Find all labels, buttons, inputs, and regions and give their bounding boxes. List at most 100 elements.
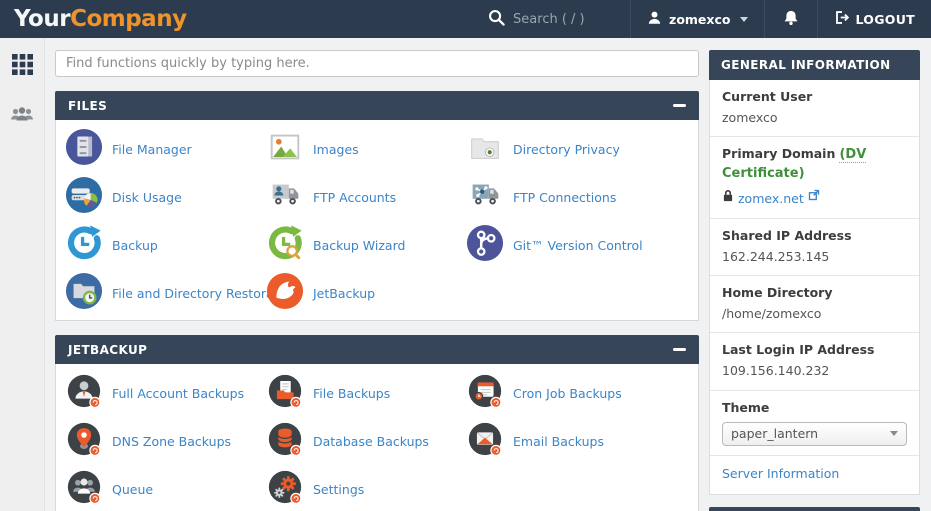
- primary-domain-link[interactable]: zomex.net: [738, 190, 804, 208]
- lock-icon: [722, 189, 734, 209]
- bell-icon: [783, 9, 799, 30]
- shared-ip-value: 162.244.253.145: [722, 248, 907, 266]
- cron-job-backups-icon: [466, 372, 504, 414]
- current-user-label: Current User: [722, 88, 907, 106]
- app-item-ftp-connections[interactable]: FTP Connections: [457, 173, 698, 221]
- statistics-panel: STATISTICS CPU Usage 3 / 100 (3%): [709, 507, 920, 511]
- chevron-down-icon: [740, 17, 748, 22]
- current-user-row: Current User zomexco: [710, 80, 919, 137]
- shared-ip-row: Shared IP Address 162.244.253.145: [710, 219, 919, 276]
- app-item-images[interactable]: Images: [257, 125, 457, 173]
- app-item-file-backups[interactable]: File Backups: [257, 369, 457, 417]
- app-item-label: Directory Privacy: [513, 142, 620, 157]
- users-group-icon[interactable]: [10, 105, 34, 128]
- theme-select[interactable]: paper_lantern: [722, 422, 907, 446]
- dns-zone-backups-icon: [65, 420, 103, 462]
- general-information-header: GENERAL INFORMATION: [709, 50, 920, 80]
- jetbackup-section-body: Full Account Backups File Backups Cron J…: [55, 364, 699, 511]
- jetbackup-icon: [266, 272, 304, 314]
- theme-label: Theme: [722, 399, 907, 417]
- app-item-label: Images: [313, 142, 359, 157]
- tools-grid-icon[interactable]: [12, 54, 33, 79]
- app-item-label: Disk Usage: [112, 190, 182, 205]
- files-section: FILES File Manager Images Directory Priv…: [55, 91, 699, 321]
- directory-privacy-icon: [466, 128, 504, 170]
- logout-icon: [834, 10, 850, 28]
- backup-wizard-icon: [266, 224, 304, 266]
- current-user-value: zomexco: [722, 109, 907, 127]
- app-item-cron-job-backups[interactable]: Cron Job Backups: [457, 369, 698, 417]
- quick-find-input[interactable]: [55, 50, 699, 77]
- company-logo[interactable]: YourCompany: [0, 6, 201, 32]
- email-backups-icon: [466, 420, 504, 462]
- app-item-label: Backup: [112, 238, 158, 253]
- app-item-database-backups[interactable]: Database Backups: [257, 417, 457, 465]
- app-item-backup[interactable]: Backup: [56, 221, 257, 269]
- primary-domain-label: Primary Domain: [722, 146, 835, 161]
- app-item-label: Cron Job Backups: [513, 386, 622, 401]
- full-account-backups-icon: [65, 372, 103, 414]
- left-icon-rail: [0, 38, 45, 511]
- jetbackup-section: JETBACKUP Full Account Backups File Back…: [55, 335, 699, 511]
- user-menu[interactable]: zomexco: [631, 0, 764, 38]
- app-item-file-manager[interactable]: File Manager: [56, 125, 257, 173]
- files-section-header[interactable]: FILES: [55, 91, 699, 120]
- app-item-label: Database Backups: [313, 434, 429, 449]
- settings-icon: [266, 468, 304, 510]
- app-item-ftp-accounts[interactable]: FTP Accounts: [257, 173, 457, 221]
- app-item-jetbackup[interactable]: JetBackup: [257, 269, 457, 317]
- app-item-label: FTP Accounts: [313, 190, 396, 205]
- file-manager-icon: [65, 128, 103, 170]
- queue-icon: [65, 468, 103, 510]
- header-search[interactable]: [474, 0, 630, 38]
- home-directory-value: /home/zomexco: [722, 305, 907, 323]
- user-icon: [647, 10, 662, 28]
- file-backups-icon: [266, 372, 304, 414]
- main-content: FILES File Manager Images Directory Priv…: [45, 38, 709, 511]
- app-item-email-backups[interactable]: Email Backups: [457, 417, 698, 465]
- primary-domain-row: Primary Domain (DV Certificate) zomex.ne…: [710, 137, 919, 219]
- right-sidebar: GENERAL INFORMATION Current User zomexco…: [709, 38, 931, 511]
- select-caret-icon: [890, 431, 898, 436]
- home-directory-label: Home Directory: [722, 284, 907, 302]
- backup-icon: [65, 224, 103, 266]
- app-item-label: FTP Connections: [513, 190, 616, 205]
- logout-button[interactable]: LOGOUT: [818, 0, 931, 38]
- database-backups-icon: [266, 420, 304, 462]
- app-item-full-account-backups[interactable]: Full Account Backups: [56, 369, 257, 417]
- shared-ip-label: Shared IP Address: [722, 227, 907, 245]
- app-item-dns-zone-backups[interactable]: DNS Zone Backups: [56, 417, 257, 465]
- external-link-icon: [808, 189, 820, 208]
- collapse-icon[interactable]: [673, 348, 686, 351]
- app-item-file-and-directory-restoration[interactable]: File and Directory Restoration: [56, 269, 257, 317]
- app-item-disk-usage[interactable]: Disk Usage: [56, 173, 257, 221]
- app-item-label: Email Backups: [513, 434, 604, 449]
- username-label: zomexco: [669, 12, 730, 27]
- logo-text-company: Company: [70, 6, 187, 32]
- search-icon: [488, 9, 505, 30]
- notifications-button[interactable]: [765, 0, 817, 38]
- collapse-icon[interactable]: [673, 104, 686, 107]
- last-login-value: 109.156.140.232: [722, 362, 907, 380]
- app-item-label: JetBackup: [313, 286, 375, 301]
- server-information-link[interactable]: Server Information: [722, 466, 839, 481]
- ftp-accounts-icon: [266, 176, 304, 218]
- app-item-label: Queue: [112, 482, 153, 497]
- ftp-connections-icon: [466, 176, 504, 218]
- header-search-input[interactable]: [513, 12, 608, 27]
- app-item-settings[interactable]: Settings: [257, 465, 457, 511]
- app-item-label: File Manager: [112, 142, 192, 157]
- app-item-backup-wizard[interactable]: Backup Wizard: [257, 221, 457, 269]
- section-title: FILES: [68, 99, 107, 113]
- jetbackup-section-header[interactable]: JETBACKUP: [55, 335, 699, 364]
- disk-usage-icon: [65, 176, 103, 218]
- app-item-git-version-control[interactable]: Git™ Version Control: [457, 221, 698, 269]
- theme-row: Theme paper_lantern: [710, 391, 919, 456]
- app-item-queue[interactable]: Queue: [56, 465, 257, 511]
- logout-label: LOGOUT: [855, 12, 915, 27]
- app-item-label: File Backups: [313, 386, 390, 401]
- logo-text-your: Your: [14, 6, 70, 32]
- home-directory-row: Home Directory /home/zomexco: [710, 276, 919, 333]
- git-version-control-icon: [466, 224, 504, 266]
- app-item-directory-privacy[interactable]: Directory Privacy: [457, 125, 698, 173]
